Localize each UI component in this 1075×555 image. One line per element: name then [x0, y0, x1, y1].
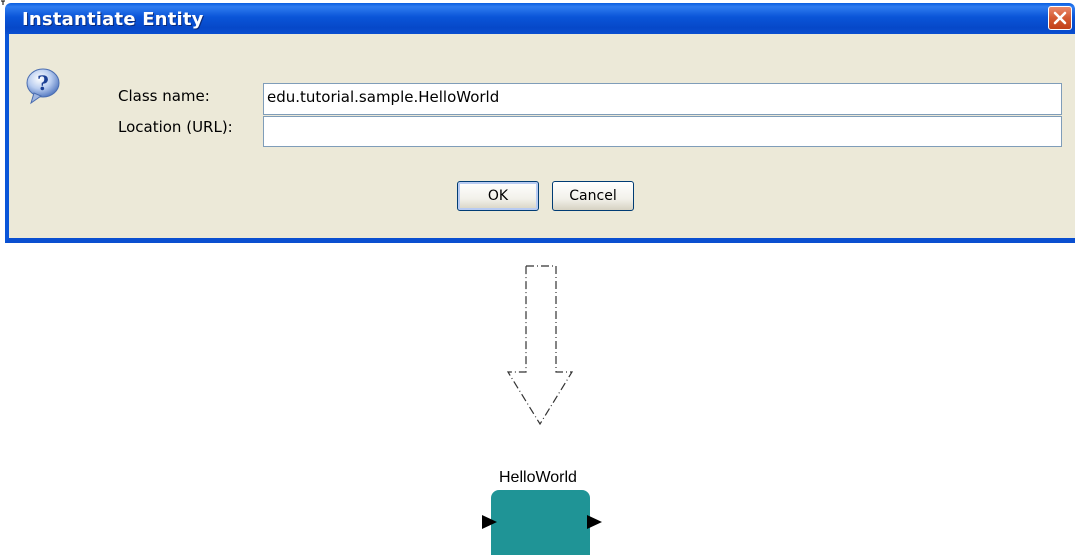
class-name-field[interactable]: edu.tutorial.sample.HelloWorld [263, 83, 1062, 115]
input-port-icon[interactable] [482, 515, 497, 529]
dialog-titlebar[interactable]: Instantiate Entity [5, 3, 1075, 34]
class-name-label: Class name: [118, 87, 210, 105]
location-url-label: Location (URL): [118, 118, 233, 136]
cancel-button[interactable]: Cancel [552, 181, 634, 211]
svg-text:?: ? [37, 71, 49, 95]
helloworld-actor[interactable] [491, 490, 590, 555]
dialog-title: Instantiate Entity [22, 9, 204, 30]
location-url-field[interactable] [263, 116, 1062, 147]
close-icon [1053, 11, 1067, 25]
ok-button[interactable]: OK [457, 181, 539, 211]
question-icon: ? [26, 68, 60, 105]
output-port-icon[interactable] [587, 515, 602, 529]
down-arrow-icon [506, 265, 574, 426]
actor-name-label: HelloWorld [499, 469, 577, 486]
close-button[interactable] [1048, 6, 1072, 30]
instantiate-entity-dialog: Instantiate Entity ? Class name: edu.tut… [0, 0, 1075, 243]
